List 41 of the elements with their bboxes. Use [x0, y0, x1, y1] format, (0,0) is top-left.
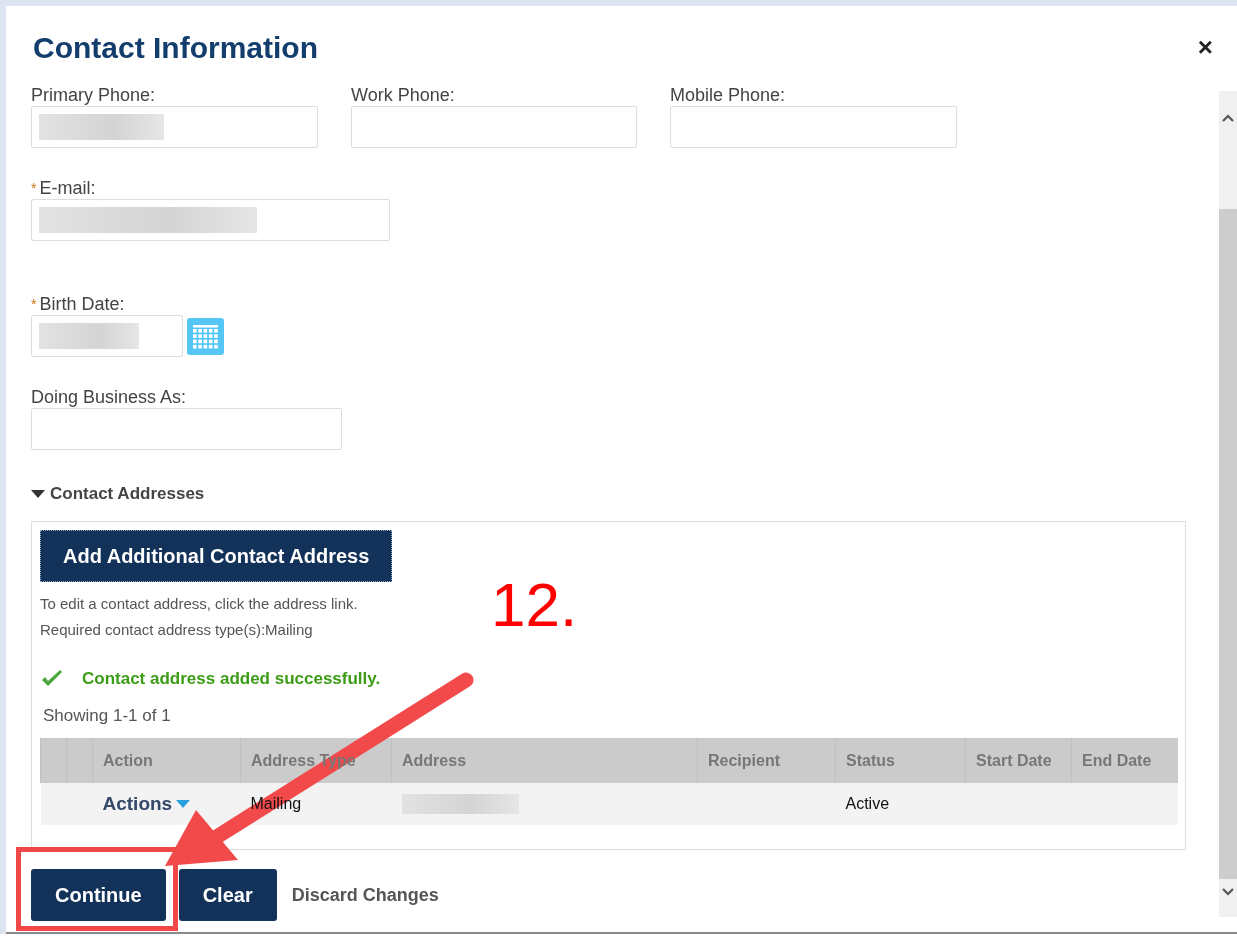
header-cell	[40, 738, 67, 783]
column-header: Start Date	[976, 751, 1052, 769]
date-field[interactable]	[31, 315, 183, 357]
field-label: E-mail:	[39, 178, 96, 198]
result-count: Showing 1-1 of 1	[42, 705, 172, 727]
section-toggle[interactable]: Contact Addresses	[31, 484, 1219, 504]
required-mark: *	[31, 180, 37, 196]
text-field[interactable]	[351, 106, 637, 148]
discard-link[interactable]: Discard Changes	[289, 881, 439, 909]
scroll-up-icon	[1221, 113, 1235, 123]
help-text: Required contact address type(s):Mailing	[40, 620, 313, 640]
column-header: Address	[402, 751, 467, 769]
scrollbar-thumb[interactable]	[1219, 209, 1237, 879]
field-label: Work Phone:	[351, 85, 456, 105]
field-label: Primary Phone:	[31, 85, 157, 105]
text-field[interactable]	[31, 106, 318, 148]
text-field[interactable]	[670, 106, 957, 148]
step-number: 12.	[491, 570, 578, 640]
text-field[interactable]	[31, 408, 342, 450]
success-message: Contact address added successfully.	[82, 668, 381, 691]
scroll-down-icon	[1221, 887, 1235, 897]
dialog-title: Contact Information	[33, 30, 318, 66]
column-header: End Date	[1082, 751, 1152, 769]
clear-button[interactable]: Clear	[178, 869, 277, 921]
field-label: Birth Date:	[39, 294, 125, 314]
text-field[interactable]	[31, 199, 390, 241]
close-button[interactable]: ×	[1193, 34, 1217, 60]
caret-icon	[176, 800, 191, 808]
field-label: Doing Business As:	[31, 387, 188, 407]
add-address-button[interactable]: Add Additional Contact Address	[40, 530, 393, 582]
column-header: Recipient	[708, 751, 780, 769]
help-text: To edit a contact address, click the address link.	[40, 594, 358, 614]
column-header: Status	[846, 751, 895, 769]
check-icon	[40, 669, 64, 689]
required-mark: *	[31, 296, 37, 312]
calendar-icon[interactable]	[187, 317, 224, 355]
field-label: Mobile Phone:	[670, 85, 787, 105]
continue-button[interactable]: Continue	[31, 869, 166, 921]
table-cell: Active	[845, 795, 890, 812]
scrollbar[interactable]	[1219, 91, 1237, 917]
column-header: Action	[103, 751, 153, 769]
